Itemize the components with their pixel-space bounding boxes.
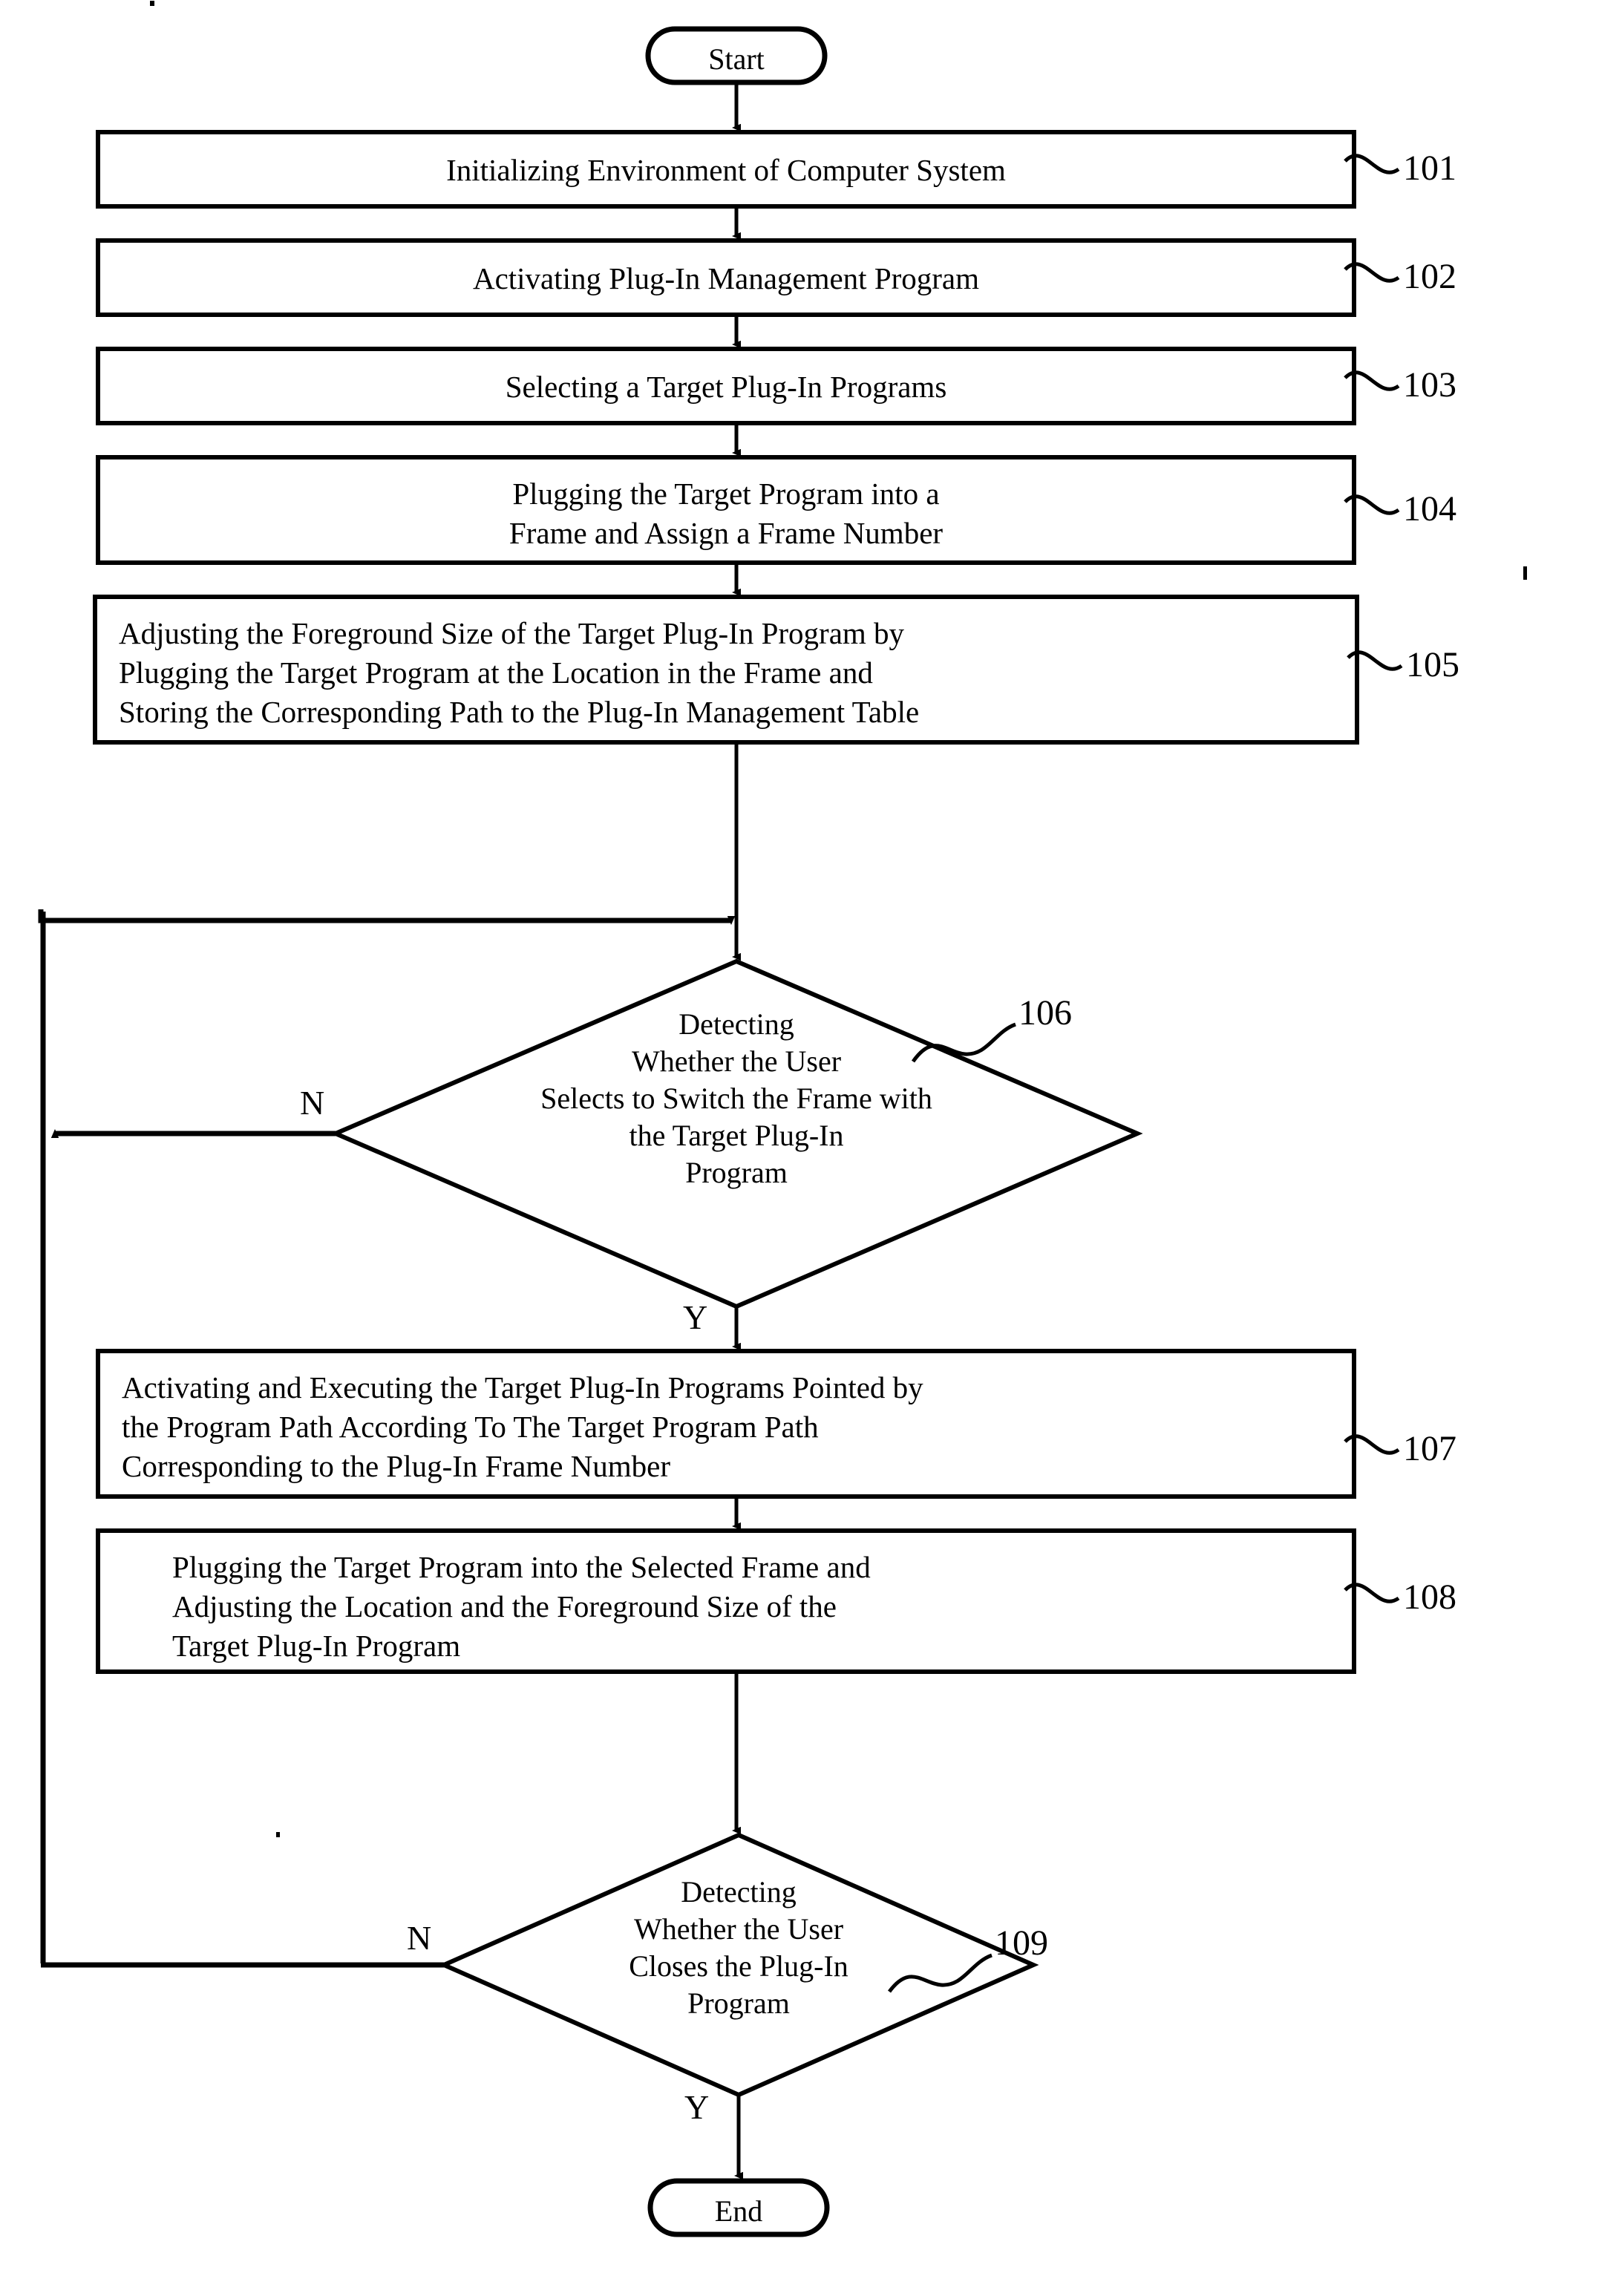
reference-numeral-106: 106 [1018,993,1072,1033]
process-103-shape [96,347,1356,425]
process-108-shape [96,1528,1356,1674]
reference-numeral-108: 108 [1403,1577,1456,1617]
process-107-shape [96,1349,1356,1499]
decision-106-yes-label: Y [683,1298,708,1336]
start-terminator-shape [645,26,828,85]
decision-106-shape [330,958,1143,1309]
decision-109-yes-label: Y [684,2088,710,2126]
process-104-shape [96,455,1356,565]
loopback-rail-to-106 [38,909,736,925]
reference-numeral-103: 103 [1403,365,1456,405]
process-102-shape [96,238,1356,317]
flowchart-geometry [38,26,1403,2237]
process-105-shape [93,595,1359,745]
reference-numeral-102: 102 [1403,257,1456,296]
reference-numeral-105: 105 [1406,645,1459,684]
decision-109-shape [438,1832,1039,2098]
decision-106-no-label: N [300,1084,325,1122]
end-terminator-shape [647,2178,830,2237]
scan-speck-right [1523,566,1527,580]
flowchart-canvas: Start Initializing Environment of Comput… [0,0,1599,2296]
scan-speck-mid [276,1832,280,1837]
scan-speck-top [150,1,154,6]
process-101-shape [96,130,1356,209]
reference-numeral-107: 107 [1403,1429,1456,1468]
decision-109-no-label: N [407,1919,432,1957]
reference-numeral-109: 109 [995,1923,1048,1963]
reference-numeral-104: 104 [1403,489,1456,529]
reference-numeral-101: 101 [1403,148,1456,188]
